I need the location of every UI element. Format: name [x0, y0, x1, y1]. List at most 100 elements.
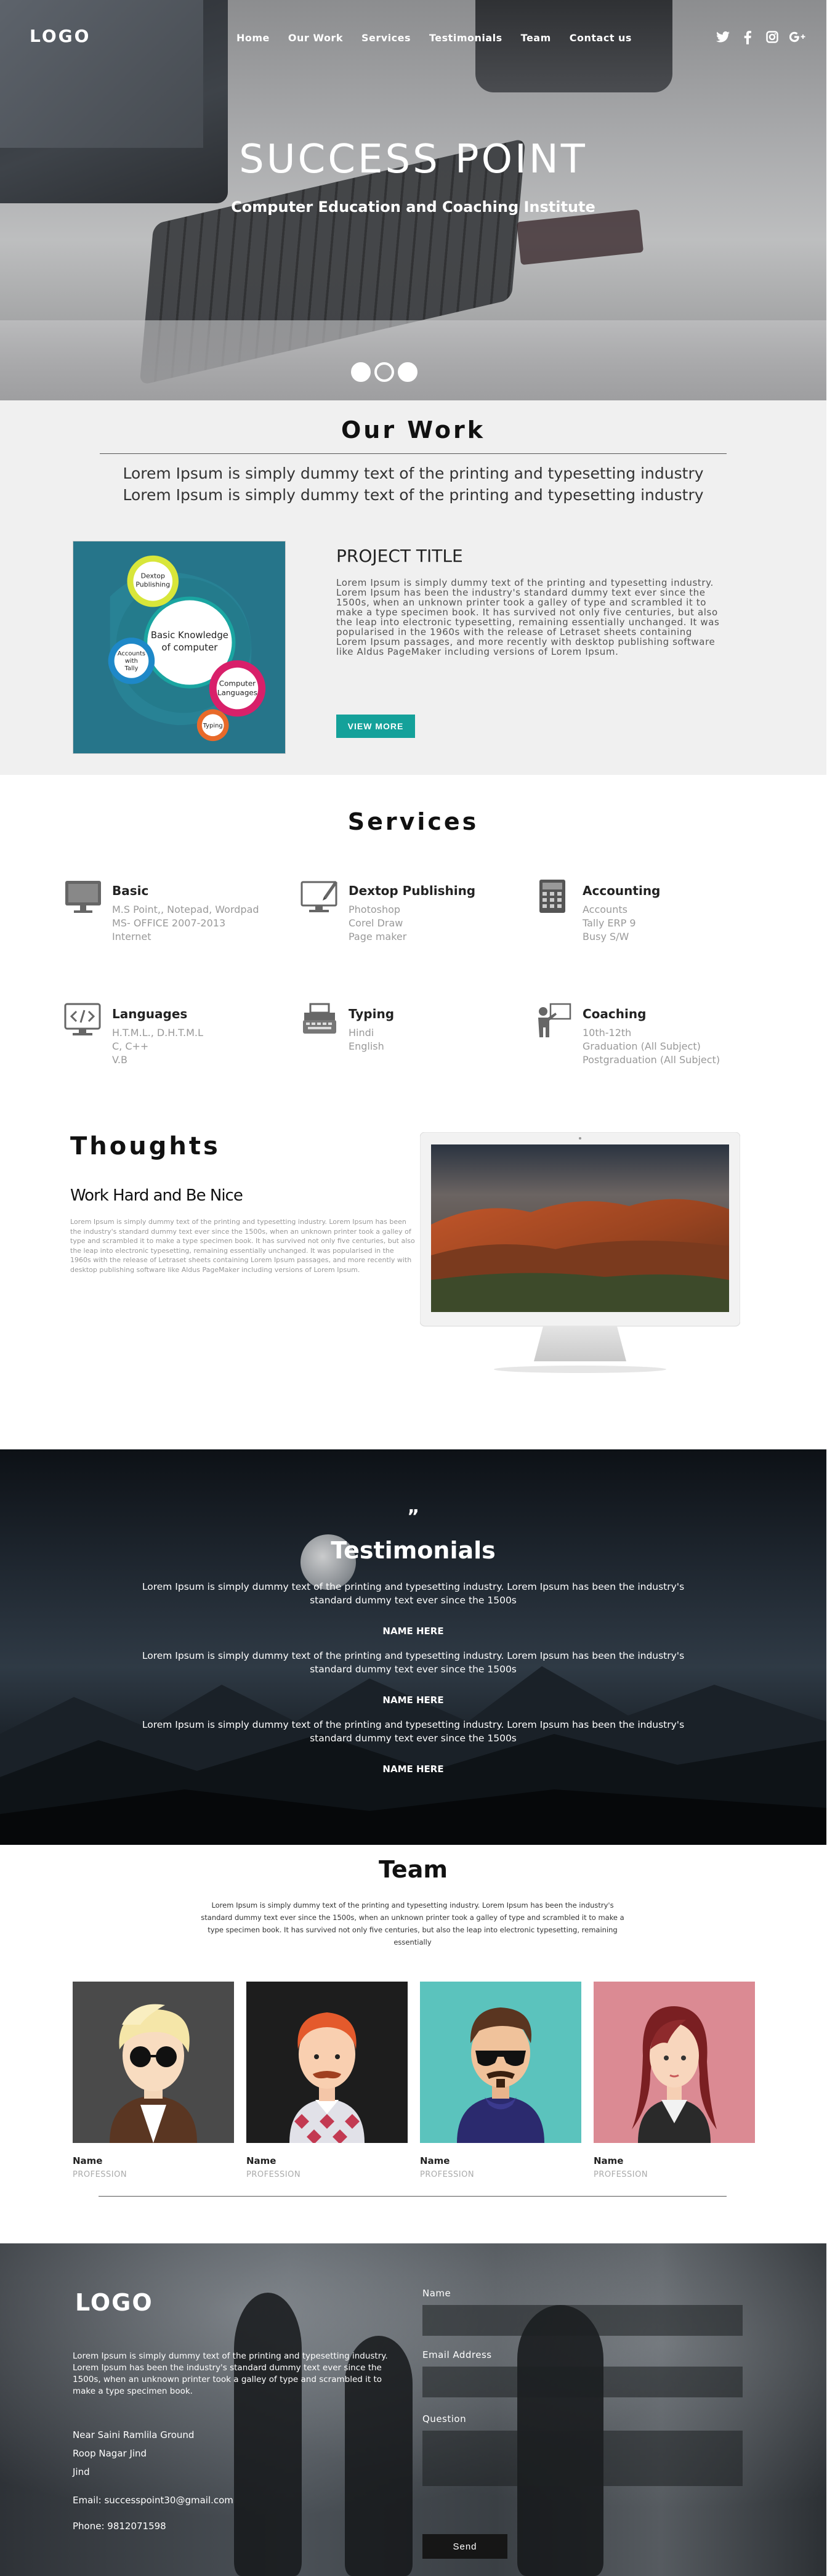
team-intro: Lorem Ipsum is simply dummy text of the …: [201, 1901, 624, 1946]
member-name: Name: [246, 2155, 276, 2166]
question-label: Question: [422, 2413, 467, 2424]
our-work-lead-line-1: Lorem Ipsum is simply dummy text of the …: [123, 464, 704, 482]
view-more-button[interactable]: VIEW MORE: [336, 715, 415, 738]
member-profession: PROFESSION: [246, 2170, 301, 2179]
hero-title: SUCCESS POINT: [239, 137, 587, 182]
services-title: Services: [347, 808, 479, 835]
service-name: Typing: [349, 1007, 395, 1021]
diagram-bottom-text: Typing: [203, 723, 223, 729]
send-button[interactable]: Send: [422, 2534, 507, 2559]
member-name: Name: [73, 2155, 103, 2166]
hero-section: LOGO Home Our Work Services Testimonials…: [0, 0, 826, 400]
question-textarea[interactable]: [422, 2431, 743, 2486]
thoughts-section: Thoughts Work Hard and Be Nice Lorem Ips…: [0, 1132, 826, 1449]
testimonial-text: Lorem Ipsum is simply dummy text of the …: [142, 1719, 685, 1744]
nav-logo[interactable]: LOGO: [30, 26, 91, 46]
nav-item-team[interactable]: Team: [521, 32, 551, 44]
project-title: PROJECT TITLE: [336, 546, 463, 566]
twitter-icon[interactable]: [716, 31, 730, 47]
services-section: Services Basic M.S Point,, Notepad, Word…: [0, 775, 826, 1132]
team-member[interactable]: Name PROFESSION: [420, 1982, 581, 2179]
avatar: [73, 1982, 234, 2143]
quote-icon: ”: [407, 1506, 419, 1528]
slider-dots: [351, 362, 418, 382]
footer-person-silhouette: [234, 2293, 302, 2576]
slider-dot-1[interactable]: [351, 362, 371, 382]
footer-about: Lorem Ipsum is simply dummy text of the …: [73, 2351, 388, 2396]
name-label: Name: [422, 2288, 451, 2299]
team-member[interactable]: Name PROFESSION: [73, 1982, 234, 2179]
instagram-icon[interactable]: [765, 31, 780, 47]
testimonial-item: Lorem Ipsum is simply dummy text of the …: [0, 1649, 826, 1706]
project-description: Lorem Ipsum is simply dummy text of the …: [336, 577, 720, 657]
service-name: Accounting: [583, 883, 661, 898]
nav-item-contact[interactable]: Contact us: [570, 32, 632, 44]
avatar: [594, 1982, 755, 2143]
testimonial-item: Lorem Ipsum is simply dummy text of the …: [0, 1580, 826, 1637]
nav-item-our-work[interactable]: Our Work: [288, 32, 343, 44]
email-input[interactable]: [422, 2367, 743, 2397]
footer-address: Near Saini Ramlila Ground Roop Nagar Jin…: [73, 2429, 195, 2477]
avatar: [246, 1982, 408, 2143]
our-work-lead-line-2: Lorem Ipsum is simply dummy text of the …: [123, 486, 704, 504]
project-image[interactable]: Basic Knowledge of computer Dextop Publish…: [73, 541, 286, 754]
testimonial-name: NAME HERE: [382, 1695, 444, 1706]
nav-item-home[interactable]: Home: [236, 32, 270, 44]
imac-image: [419, 1132, 741, 1379]
member-name: Name: [594, 2155, 624, 2166]
nav-menu: Home Our Work Services Testimonials Team…: [236, 32, 650, 44]
testimonial-text: Lorem Ipsum is simply dummy text of the …: [142, 1650, 685, 1675]
diagram-center-text: Basic Knowledge of computer: [151, 630, 228, 653]
slider-dot-2[interactable]: [374, 362, 394, 382]
service-details: 10th-12th Graduation (All Subject) Postg…: [583, 1027, 720, 1066]
facebook-icon[interactable]: [740, 31, 755, 47]
code-icon: [64, 1002, 102, 1039]
slider-dot-3[interactable]: [398, 362, 418, 382]
footer-phone[interactable]: Phone: 9812071598: [73, 2521, 166, 2532]
service-details: Hindi English: [349, 1027, 384, 1052]
thoughts-text: Lorem Ipsum is simply dummy text of the …: [70, 1218, 415, 1274]
name-input[interactable]: [422, 2305, 743, 2336]
service-details: M.S Point,, Notepad, Wordpad MS- OFFICE …: [112, 904, 259, 942]
our-work-divider: [100, 453, 727, 454]
member-name: Name: [420, 2155, 450, 2166]
thoughts-subtitle: Work Hard and Be Nice: [70, 1186, 243, 1205]
footer-logo[interactable]: LOGO: [75, 2289, 153, 2316]
our-work-title: Our Work: [341, 416, 485, 444]
testimonials-title: Testimonials: [331, 1537, 496, 1564]
team-divider: [99, 2196, 727, 2197]
footer-section: LOGO Lorem Ipsum is simply dummy text of…: [0, 2243, 826, 2576]
nav-item-services[interactable]: Services: [361, 32, 411, 44]
social-links: [716, 31, 805, 47]
typewriter-icon: [301, 1002, 339, 1039]
team-section: Team Lorem Ipsum is simply dummy text of…: [0, 1845, 826, 2243]
service-details: Photoshop Corel Draw Page maker: [349, 904, 407, 942]
nav-item-testimonials[interactable]: Testimonials: [429, 32, 502, 44]
avatar: [420, 1982, 581, 2143]
service-name: Basic: [112, 883, 149, 898]
testimonial-name: NAME HERE: [382, 1626, 444, 1637]
google-plus-icon[interactable]: [789, 31, 805, 47]
team-title: Team: [379, 1856, 448, 1883]
avatar-4-image: [594, 1982, 755, 2143]
teacher-icon: [535, 1002, 573, 1039]
avatar-1-image: [73, 1982, 234, 2143]
footer-email[interactable]: Email: successpoint30@gmail.com: [73, 2495, 233, 2506]
calculator-icon: [535, 878, 573, 915]
hero-subtitle: Computer Education and Coaching Institut…: [231, 198, 595, 216]
service-name: Coaching: [583, 1007, 647, 1021]
avatar-3-image: [420, 1982, 581, 2143]
hero-desk: [0, 320, 826, 400]
our-work-lead: Lorem Ipsum is simply dummy text of the …: [0, 463, 826, 506]
testimonial-text: Lorem Ipsum is simply dummy text of the …: [142, 1581, 685, 1606]
computer-knowledge-diagram: Basic Knowledge of computer Dextop Publish…: [73, 541, 285, 753]
hero-pad: [516, 209, 644, 265]
thoughts-title: Thoughts: [70, 1132, 220, 1160]
avatar-2-image: [246, 1982, 408, 2143]
member-profession: PROFESSION: [73, 2170, 127, 2179]
service-details: H.T.M.L., D.H.T.M.L C, C++ V.B: [112, 1027, 203, 1066]
team-member[interactable]: Name PROFESSION: [246, 1982, 408, 2179]
team-member[interactable]: Name PROFESSION: [594, 1982, 755, 2179]
service-details: Accounts Tally ERP 9 Busy S/W: [583, 904, 636, 942]
our-work-section: Our Work Lorem Ipsum is simply dummy tex…: [0, 400, 826, 775]
